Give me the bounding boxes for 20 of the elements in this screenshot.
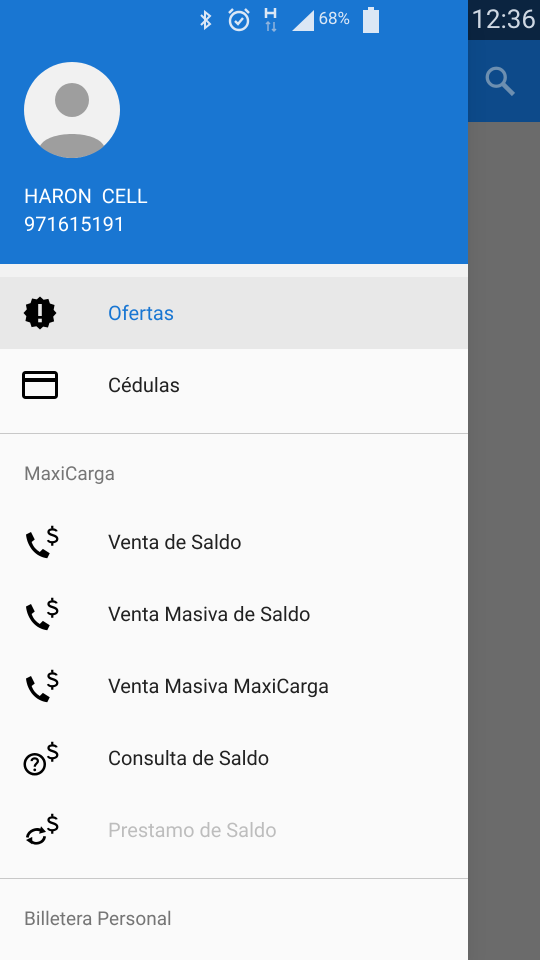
menu-item[interactable]: Venta Masiva de Saldo [0,578,468,650]
menu-item[interactable]: Cédulas [0,349,468,421]
section-header: MaxiCarga [24,460,115,487]
battery-percent: 68% [318,8,350,32]
alert-badge-icon [22,295,58,331]
alarm-icon [226,7,252,33]
battery-icon [362,7,380,33]
network-type-icon [264,7,278,33]
clock-text: 12:36 [471,7,536,33]
card-icon [22,371,58,399]
menu-item[interactable]: Ofertas [0,277,468,349]
bluetooth-icon [198,8,214,32]
menu-item[interactable]: Venta de Saldo [0,506,468,578]
user-name: HARON CELL [24,183,149,210]
menu-item[interactable]: Venta Masiva MaxiCarga [0,650,468,722]
menu-item[interactable]: Consulta de Saldo [0,722,468,794]
avatar-icon [24,62,120,158]
user-phone: 971615191 [24,211,126,238]
signal-icon [290,8,316,32]
section-header: Billetera Personal [24,906,172,932]
